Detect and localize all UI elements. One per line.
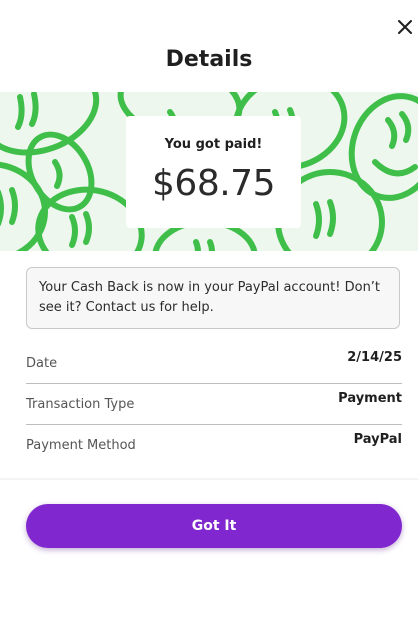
payment-amount-card: You got paid! $68.75	[126, 116, 301, 228]
detail-value-payment-method: PayPal	[353, 432, 402, 447]
section-divider	[0, 478, 418, 480]
paid-amount: $68.75	[152, 163, 275, 204]
close-icon	[398, 20, 412, 34]
detail-row-payment-method: Payment Method PayPal	[26, 425, 402, 465]
got-it-button[interactable]: Got It	[26, 504, 402, 548]
cashback-banner: You got paid! $68.75	[0, 92, 418, 251]
detail-value-date: 2/14/25	[347, 350, 402, 365]
detail-label-date: Date	[26, 356, 58, 371]
cashback-notice-text: Your Cash Back is now in your PayPal acc…	[39, 280, 381, 315]
cashback-notice: Your Cash Back is now in your PayPal acc…	[26, 267, 400, 329]
payment-details-dialog: Details You got paid! $68.75 Your Cash B…	[0, 0, 418, 626]
dialog-title: Details	[165, 47, 253, 72]
detail-row-date: Date 2/14/25	[26, 343, 402, 384]
paid-label: You got paid!	[164, 137, 263, 152]
close-button[interactable]	[393, 15, 417, 39]
detail-row-transaction-type: Transaction Type Payment	[26, 384, 402, 425]
detail-label-payment-method: Payment Method	[26, 438, 136, 453]
detail-value-transaction-type: Payment	[338, 391, 402, 406]
detail-label-transaction-type: Transaction Type	[26, 397, 135, 412]
